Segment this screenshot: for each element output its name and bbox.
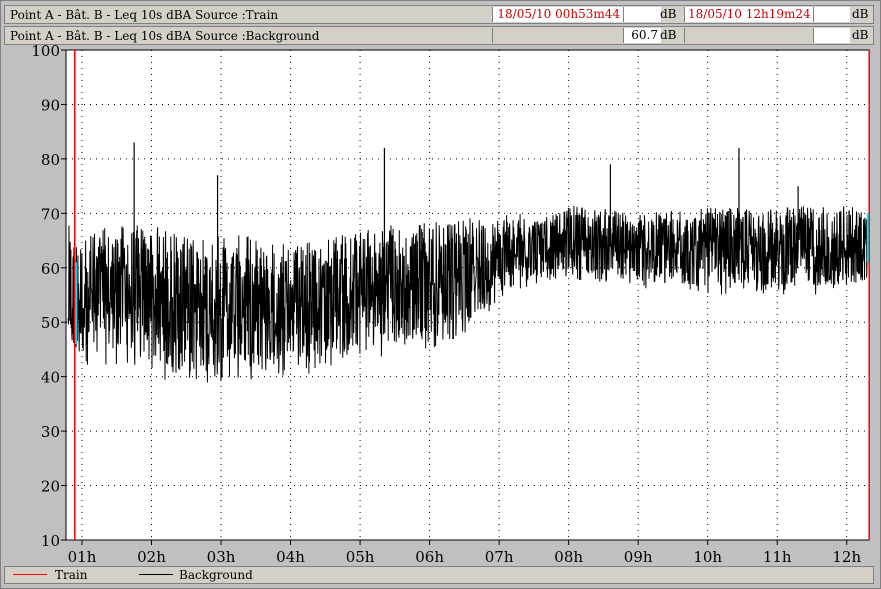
x-tick-label: 10h [693, 548, 722, 566]
y-tick-label: 90 [41, 96, 60, 114]
y-tick-label: 80 [41, 151, 60, 169]
y-tick-label: 100 [31, 42, 60, 60]
x-tick-label: 08h [554, 548, 583, 566]
x-tick-label: 06h [415, 548, 444, 566]
y-tick-label: 50 [41, 314, 60, 332]
y-tick-label: 60 [41, 260, 60, 278]
x-tick-label: 04h [276, 548, 305, 566]
x-tick-label: 05h [346, 548, 375, 566]
chart-area[interactable]: 10 20 30 40 50 60 70 80 90 100 01h 02h 03h 04h 05h 06h… [0, 0, 881, 566]
x-tick-label: 02h [137, 548, 166, 566]
x-tick-label: 11h [763, 548, 792, 566]
legend-swatch-background [139, 574, 173, 575]
legend-label-train: Train [55, 568, 88, 582]
legend-label-background: Background [179, 568, 253, 582]
y-tick-label: 20 [41, 478, 60, 496]
x-tick-label: 03h [207, 548, 236, 566]
x-tick-label: 07h [485, 548, 514, 566]
legend: Train Background [4, 566, 874, 584]
y-tick-label: 40 [41, 369, 60, 387]
x-tick-label: 01h [68, 548, 97, 566]
legend-swatch-train [13, 574, 47, 575]
y-tick-label: 30 [41, 423, 60, 441]
x-tick-label: 09h [624, 548, 653, 566]
y-tick-label: 10 [41, 532, 60, 550]
x-tick-label: 12h [832, 548, 861, 566]
y-tick-label: 70 [41, 205, 60, 223]
